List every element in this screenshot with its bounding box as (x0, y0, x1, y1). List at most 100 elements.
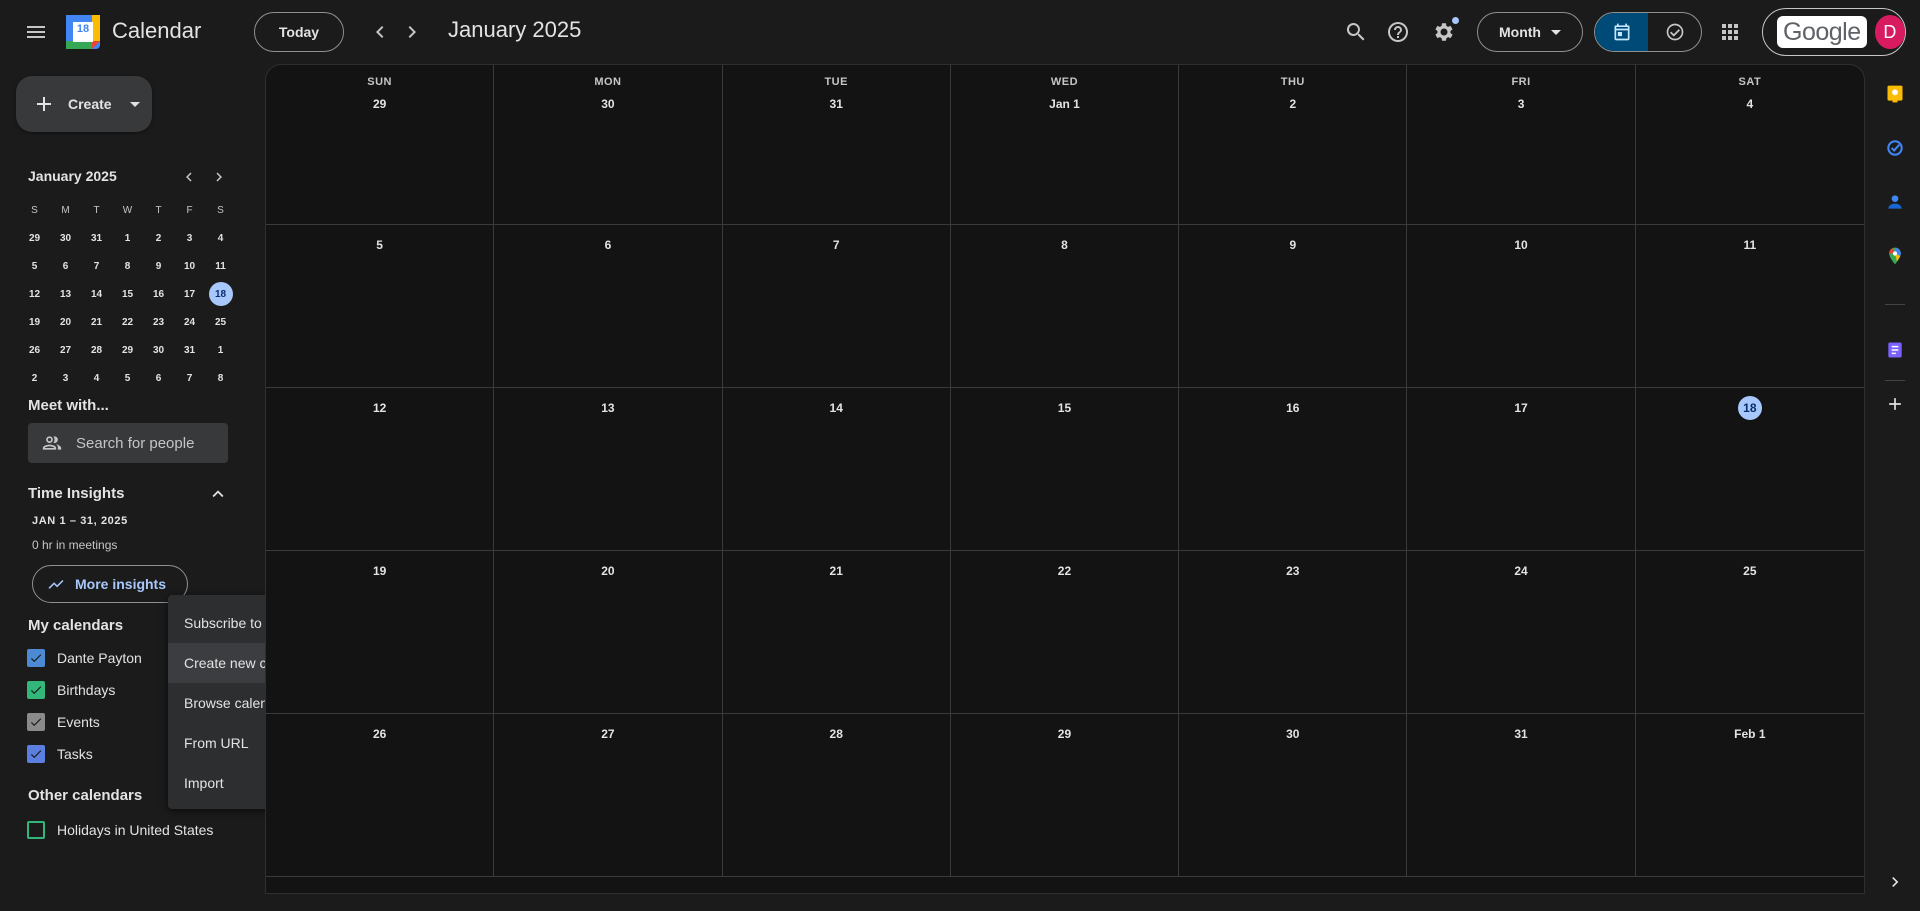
next-period-button[interactable] (392, 12, 432, 52)
tasks-view-toggle[interactable] (1648, 13, 1701, 51)
day-cell[interactable]: 27 (494, 714, 723, 877)
mini-calendar-day[interactable]: 17 (174, 280, 205, 308)
date-number[interactable]: 17 (1509, 396, 1533, 420)
hide-side-panel-button[interactable] (1879, 866, 1911, 898)
date-number[interactable]: 25 (1738, 559, 1762, 583)
date-number[interactable]: 26 (368, 722, 392, 746)
day-cell[interactable]: SUN 29 (266, 65, 495, 225)
date-number[interactable]: 22 (1052, 559, 1076, 583)
calendar-item[interactable]: Tasks (27, 745, 93, 763)
keep-button[interactable] (1879, 78, 1911, 110)
mini-calendar-day[interactable]: 8 (112, 252, 143, 280)
day-cell[interactable]: 25 (1635, 551, 1864, 714)
mini-calendar-day[interactable]: 5 (19, 252, 50, 280)
day-cell[interactable]: 15 (950, 388, 1180, 551)
today-date-number[interactable]: 18 (1737, 396, 1762, 420)
mini-calendar-next-button[interactable] (207, 165, 231, 189)
day-cell[interactable]: 12 (266, 388, 495, 551)
mini-calendar-day[interactable]: 29 (19, 224, 50, 252)
date-number[interactable]: Feb 1 (1636, 722, 1864, 746)
mini-calendar-day[interactable]: 12 (19, 280, 50, 308)
day-cell[interactable]: 8 (950, 225, 1180, 388)
date-number[interactable]: 8 (1052, 233, 1076, 257)
day-cell[interactable]: 17 (1407, 388, 1636, 551)
date-number[interactable]: 31 (824, 92, 848, 116)
day-cell[interactable]: 23 (1179, 551, 1408, 714)
date-number[interactable]: 30 (596, 92, 620, 116)
mini-calendar-day[interactable]: 2 (19, 364, 50, 392)
mini-calendar-day[interactable]: 1 (205, 336, 236, 364)
day-cell[interactable]: 14 (722, 388, 951, 551)
more-insights-button[interactable]: More insights (32, 565, 188, 603)
mini-calendar-today[interactable]: 18 (205, 280, 236, 308)
date-number[interactable]: 23 (1281, 559, 1305, 583)
day-cell[interactable]: WED Jan 1 (950, 65, 1180, 225)
day-cell[interactable]: 6 (494, 225, 723, 388)
mini-calendar-day[interactable]: 21 (81, 308, 112, 336)
date-number[interactable]: 9 (1281, 233, 1305, 257)
mini-calendar-day[interactable]: 7 (81, 252, 112, 280)
mini-calendar-day[interactable]: 31 (81, 224, 112, 252)
mini-calendar-day[interactable]: 9 (143, 252, 174, 280)
mini-calendar-day[interactable]: 6 (143, 364, 174, 392)
mini-calendar-day[interactable]: 7 (174, 364, 205, 392)
checkbox-empty-icon[interactable] (27, 821, 45, 839)
mini-calendar-day[interactable]: 15 (112, 280, 143, 308)
date-number[interactable]: 4 (1738, 92, 1762, 116)
today-button[interactable]: Today (254, 12, 344, 52)
google-apps-button[interactable] (1710, 12, 1750, 52)
checkbox-checked-icon[interactable] (27, 745, 45, 763)
date-number[interactable]: 29 (368, 92, 392, 116)
mini-calendar-day[interactable]: 24 (174, 308, 205, 336)
date-number[interactable]: 2 (1281, 92, 1305, 116)
date-number[interactable]: Jan 1 (951, 92, 1178, 116)
mini-calendar-day[interactable]: 27 (50, 336, 81, 364)
date-number[interactable]: 24 (1509, 559, 1533, 583)
calendar-item[interactable]: Dante Payton (27, 649, 142, 667)
mini-calendar-day[interactable]: 10 (174, 252, 205, 280)
mini-calendar-day[interactable]: 6 (50, 252, 81, 280)
checkbox-checked-icon[interactable] (27, 713, 45, 731)
calendar-item[interactable]: Holidays in United States (27, 821, 213, 839)
date-number[interactable]: 3 (1509, 92, 1533, 116)
day-cell[interactable]: 30 (1179, 714, 1408, 877)
day-cell[interactable]: SAT 4 (1635, 65, 1864, 225)
mini-calendar-day[interactable]: 30 (50, 224, 81, 252)
calendar-logo[interactable]: 18 (66, 15, 100, 49)
support-button[interactable] (1378, 12, 1418, 52)
day-cell[interactable]: 11 (1635, 225, 1864, 388)
date-number[interactable]: 7 (824, 233, 848, 257)
get-add-ons-button[interactable] (1879, 388, 1911, 420)
day-cell[interactable]: 16 (1179, 388, 1408, 551)
checkbox-checked-icon[interactable] (27, 649, 45, 667)
calendar-view-toggle[interactable] (1595, 13, 1648, 51)
calendar-item[interactable]: Events (27, 713, 100, 731)
mini-calendar-day[interactable]: 8 (205, 364, 236, 392)
day-cell[interactable]: 24 (1407, 551, 1636, 714)
mini-calendar-day[interactable]: 2 (143, 224, 174, 252)
mini-calendar-day[interactable]: 13 (50, 280, 81, 308)
maps-button[interactable] (1879, 240, 1911, 272)
day-cell[interactable]: 10 (1407, 225, 1636, 388)
mini-calendar-day[interactable]: 1 (112, 224, 143, 252)
date-number[interactable]: 19 (368, 559, 392, 583)
date-number[interactable]: 10 (1509, 233, 1533, 257)
day-cell[interactable]: 20 (494, 551, 723, 714)
day-cell[interactable]: 21 (722, 551, 951, 714)
day-cell[interactable]: 7 (722, 225, 951, 388)
mini-calendar-day[interactable]: 4 (81, 364, 112, 392)
day-cell[interactable]: TUE 31 (722, 65, 951, 225)
mini-calendar-day[interactable]: 5 (112, 364, 143, 392)
mini-calendar-day[interactable]: 11 (205, 252, 236, 280)
day-cell[interactable]: 9 (1179, 225, 1408, 388)
mini-calendar-day[interactable]: 30 (143, 336, 174, 364)
mini-calendar-day[interactable]: 3 (174, 224, 205, 252)
mini-calendar-day[interactable]: 31 (174, 336, 205, 364)
day-cell[interactable]: MON 30 (494, 65, 723, 225)
date-number[interactable]: 20 (596, 559, 620, 583)
date-number[interactable]: 16 (1281, 396, 1305, 420)
view-switcher[interactable]: Month (1477, 12, 1583, 52)
mini-calendar-day[interactable]: 26 (19, 336, 50, 364)
date-number[interactable]: 30 (1281, 722, 1305, 746)
mini-calendar-day[interactable]: 16 (143, 280, 174, 308)
